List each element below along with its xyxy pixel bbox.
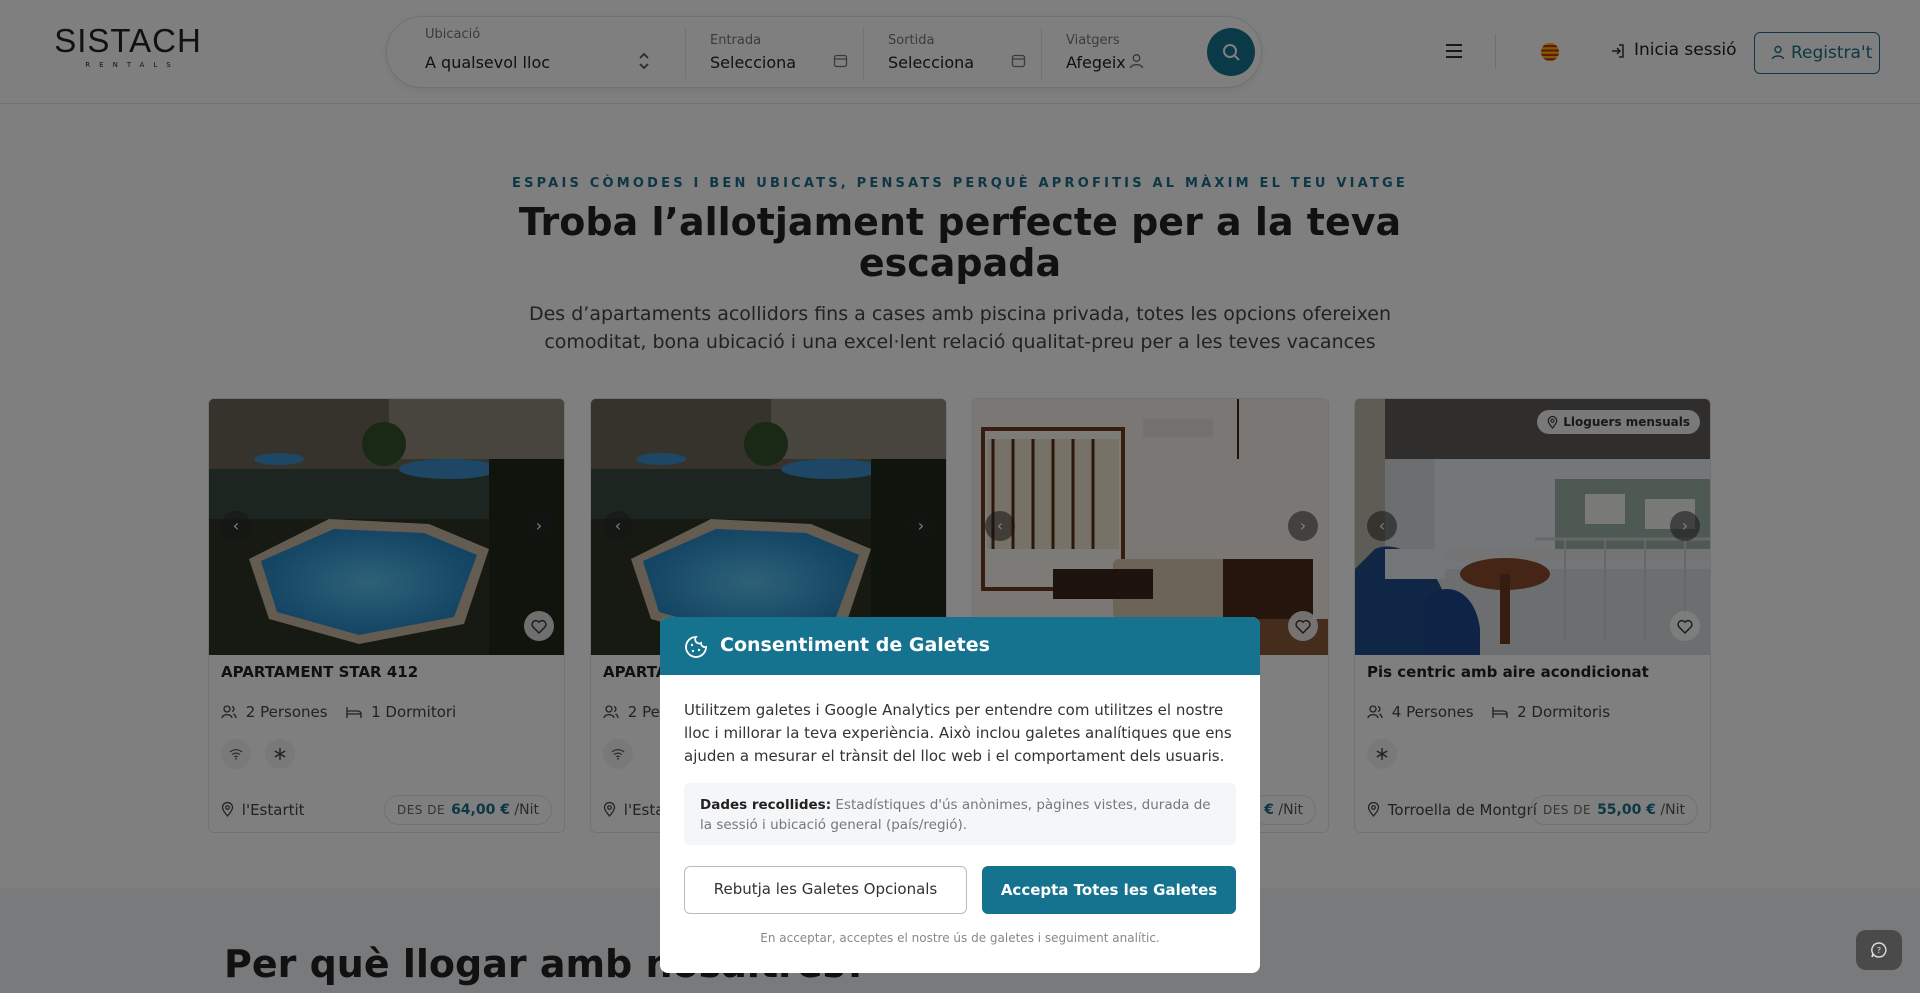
collected-data-box: Dades recollides: Estadístiques d'ús anò… [684, 783, 1236, 845]
accept-cookies-button[interactable]: Accepta Totes les Galetes [982, 866, 1236, 914]
cookie-consent-modal: Consentiment de Galetes Utilitzem galete… [660, 617, 1260, 973]
modal-footnote: En acceptar, acceptes el nostre ús de ga… [760, 931, 1160, 945]
reject-cookies-button[interactable]: Rebutja les Galetes Opcionals [684, 866, 967, 914]
modal-title: Consentiment de Galetes [720, 634, 990, 656]
chat-icon: ? [1871, 942, 1887, 958]
modal-header: Consentiment de Galetes [660, 617, 1260, 675]
svg-text:?: ? [1877, 946, 1881, 955]
collected-data-label: Dades recollides: [700, 797, 832, 813]
modal-description: Utilitzem galetes i Google Analytics per… [684, 701, 1232, 765]
cookie-icon [685, 636, 707, 658]
chat-button[interactable]: ? [1856, 930, 1902, 970]
